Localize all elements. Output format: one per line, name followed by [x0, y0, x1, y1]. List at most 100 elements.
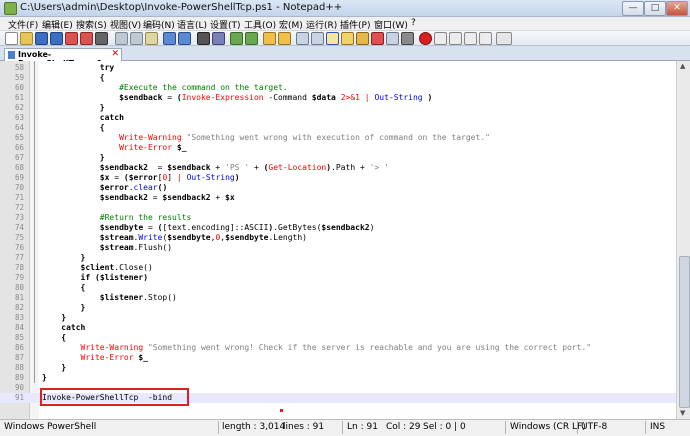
status-sel: Sel : 0 | 0 [423, 422, 466, 432]
code-line[interactable]: 70 $error.clear() [0, 183, 676, 193]
code-token: Out-String [374, 93, 423, 102]
code-line[interactable]: 61 $sendback = (Invoke-Expression -Comma… [0, 93, 676, 103]
code-line[interactable]: 85 { [0, 333, 676, 343]
line-code: { [42, 123, 105, 133]
cut-icon[interactable] [115, 32, 128, 45]
code-line[interactable]: 65 Write-Warning "Something went wrong w… [0, 133, 676, 143]
close-window-button[interactable]: ✕ [666, 1, 688, 16]
sync-v-icon[interactable] [263, 32, 276, 45]
close-all-icon[interactable] [80, 32, 93, 45]
stop-record-icon[interactable] [434, 32, 447, 45]
code-line[interactable]: 58 try [0, 63, 676, 73]
print-icon[interactable] [95, 32, 108, 45]
run-multiple-icon[interactable] [464, 32, 477, 45]
code-line[interactable]: 66 Write-Error $_ [0, 143, 676, 153]
code-line[interactable]: 86 Write-Warning "Something went wrong! … [0, 343, 676, 353]
code-line[interactable]: 84 catch [0, 323, 676, 333]
scroll-up-icon[interactable]: ▲ [680, 62, 685, 70]
replace-icon[interactable] [212, 32, 225, 45]
code-line[interactable]: 80 { [0, 283, 676, 293]
paste-icon[interactable] [145, 32, 158, 45]
code-line[interactable]: 68 $sendback2 = $sendback + 'PS ' + (Get… [0, 163, 676, 173]
code-line[interactable]: 62 } [0, 103, 676, 113]
new-file-icon[interactable] [5, 32, 18, 45]
code-token: + [210, 163, 226, 172]
menu-file[interactable]: 文件(F) [8, 18, 38, 31]
code-line[interactable]: 79 if ($listener) [0, 273, 676, 283]
save-icon[interactable] [35, 32, 48, 45]
folder-workspace-icon[interactable] [386, 32, 399, 45]
code-line[interactable]: 71 $sendback2 = $sendback2 + $x [0, 193, 676, 203]
undo-icon[interactable] [163, 32, 176, 45]
tab-close-icon[interactable]: ✕ [111, 49, 119, 59]
wrap-icon[interactable] [296, 32, 309, 45]
menu-macro[interactable]: 宏(M) [279, 18, 303, 31]
menu-tools[interactable]: 工具(O) [244, 18, 276, 31]
code-token: $sendback [119, 93, 163, 102]
code-line[interactable]: 83 } [0, 313, 676, 323]
menu-settings[interactable]: 设置(T) [210, 18, 241, 31]
code-line[interactable]: 60 #Execute the command on the target. [0, 83, 676, 93]
code-line[interactable]: 89} [0, 373, 676, 383]
menu-help[interactable]: ? [411, 18, 416, 28]
line-number: 65 [14, 133, 24, 142]
save-all-icon[interactable] [50, 32, 63, 45]
vertical-scrollbar[interactable]: ▲ ▼ [676, 61, 690, 419]
code-line[interactable]: 78 $client.Close() [0, 263, 676, 273]
spellcheck-icon[interactable] [496, 32, 512, 45]
doc-map-icon[interactable] [356, 32, 369, 45]
line-number: 85 [14, 333, 24, 342]
code-line[interactable]: 64 { [0, 123, 676, 133]
open-file-icon[interactable] [20, 32, 33, 45]
menu-window[interactable]: 窗口(W) [374, 18, 408, 31]
code-line[interactable]: 63 catch [0, 113, 676, 123]
menu-view[interactable]: 视图(V) [110, 18, 141, 31]
code-line[interactable]: 87 Write-Error $_ [0, 353, 676, 363]
tab-invoke-powershelltcp[interactable]: Invoke-PowerShellTcp.ps1 ✕ [4, 48, 122, 68]
redo-icon[interactable] [178, 32, 191, 45]
status-lines: lines : 91 [283, 422, 325, 432]
code-line[interactable]: 76 $stream.Flush() [0, 243, 676, 253]
find-icon[interactable] [197, 32, 210, 45]
scrollbar-thumb[interactable] [679, 256, 690, 408]
save-macro-icon[interactable] [479, 32, 492, 45]
code-line[interactable]: 88 } [0, 363, 676, 373]
code-line[interactable]: 81 $listener.Stop() [0, 293, 676, 303]
menu-language[interactable]: 语言(L) [177, 18, 207, 31]
code-line[interactable]: 77 } [0, 253, 676, 263]
minimize-button[interactable]: — [622, 1, 644, 16]
maximize-button[interactable]: □ [644, 1, 666, 16]
menu-run[interactable]: 运行(R) [306, 18, 337, 31]
udl-icon[interactable] [341, 32, 354, 45]
code-line[interactable]: 75 $stream.Write($sendbyte,0,$sendbyte.L… [0, 233, 676, 243]
scroll-down-icon[interactable]: ▼ [680, 409, 685, 417]
code-line[interactable]: 72 [0, 203, 676, 213]
code-line[interactable]: 67 } [0, 153, 676, 163]
playback-icon[interactable] [449, 32, 462, 45]
code-editor[interactable]: 58 try 59 {60 #Execute the command on the… [0, 61, 676, 419]
close-file-icon[interactable] [65, 32, 78, 45]
record-macro-icon[interactable] [419, 32, 432, 45]
menu-edit[interactable]: 编辑(E) [42, 18, 73, 31]
indent-guide-icon[interactable] [326, 32, 339, 45]
code-token: Write-Error [119, 143, 173, 152]
code-line[interactable]: 59 { [0, 73, 676, 83]
copy-icon[interactable] [130, 32, 143, 45]
sync-h-icon[interactable] [278, 32, 291, 45]
function-list-icon[interactable] [371, 32, 384, 45]
monitor-icon[interactable] [401, 32, 414, 45]
show-all-chars-icon[interactable] [311, 32, 324, 45]
menu-encoding[interactable]: 编码(N) [143, 18, 175, 31]
code-line[interactable]: 82 } [0, 303, 676, 313]
zoom-in-icon[interactable] [230, 32, 243, 45]
zoom-out-icon[interactable] [245, 32, 258, 45]
code-line[interactable]: 73 #Return the results [0, 213, 676, 223]
menu-search[interactable]: 搜索(S) [76, 18, 107, 31]
status-separator [577, 421, 578, 434]
code-line[interactable]: 69 $x = ($error[0] | Out-String) [0, 173, 676, 183]
code-line[interactable]: 74 $sendbyte = ([text.encoding]::ASCII).… [0, 223, 676, 233]
menu-plugins[interactable]: 插件(P) [340, 18, 370, 31]
